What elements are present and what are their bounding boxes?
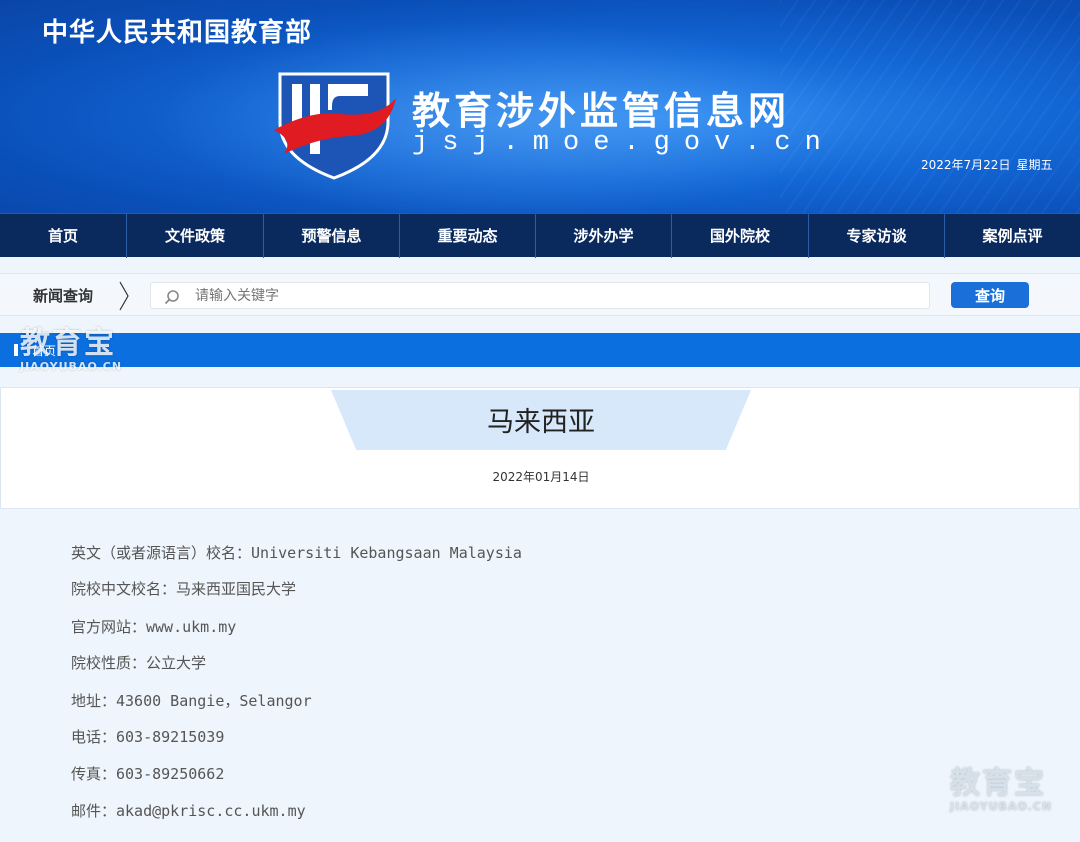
nav-item-news[interactable]: 重要动态 xyxy=(400,214,536,258)
article-body: 英文（或者源语言）校名：Universiti Kebangsaan Malays… xyxy=(0,509,1080,842)
watermark-logo-bottom: 教育宝 JIAOYUBAO.CN xyxy=(950,766,1053,814)
search-icon xyxy=(164,290,179,305)
nav-item-case-reviews[interactable]: 案例点评 xyxy=(945,214,1080,258)
nav-item-expert-interviews[interactable]: 专家访谈 xyxy=(809,214,945,258)
date-text: 2022年7月22日 xyxy=(921,158,1011,172)
article-header: 马来西亚 2022年01月14日 xyxy=(0,387,1080,509)
current-date: 2022年7月22日 星期五 xyxy=(915,156,1052,173)
site-header: 中华人民共和国教育部 教育涉外监管信息网 jsj.moe.gov.cn 2022… xyxy=(0,0,1080,213)
chevron-right-icon xyxy=(119,281,129,311)
site-domain: jsj.moe.gov.cn xyxy=(412,128,835,158)
nav-item-foreign-institutions[interactable]: 国外院校 xyxy=(672,214,809,258)
breadcrumb-marker xyxy=(14,344,18,356)
ministry-name[interactable]: 中华人民共和国教育部 xyxy=(42,12,312,49)
news-search-bar: 新闻查询 查询 xyxy=(0,273,1080,316)
info-chinese-name: 院校中文校名：马来西亚国民大学 xyxy=(71,580,297,598)
info-phone: 电话：603-89215039 xyxy=(71,728,225,746)
watermark-logo: 教育宝 JIAOYUBAO.CN xyxy=(20,326,123,374)
info-email: 邮件：akad@pkrisc.cc.ukm.my xyxy=(71,802,306,820)
watermark-text-bottom: 教育宝 xyxy=(950,766,1046,801)
search-box xyxy=(150,282,930,309)
search-label: 新闻查询 xyxy=(33,287,94,305)
nav-item-warnings[interactable]: 预警信息 xyxy=(264,214,400,258)
publish-date: 2022年01月14日 xyxy=(492,470,590,484)
header-pattern xyxy=(780,0,1080,213)
article-title: 马来西亚 xyxy=(487,407,595,438)
watermark-domain: JIAOYUBAO.CN xyxy=(20,360,123,373)
main-nav: 首页 文件政策 预警信息 重要动态 涉外办学 国外院校 专家访谈 案例点评 xyxy=(0,213,1080,258)
watermark-text: 教育宝 xyxy=(20,326,116,361)
info-type: 院校性质：公立大学 xyxy=(71,654,207,672)
info-english-name: 英文（或者源语言）校名：Universiti Kebangsaan Malays… xyxy=(71,544,522,562)
search-input[interactable] xyxy=(195,285,915,307)
watermark-domain-bottom: JIAOYUBAO.CN xyxy=(950,800,1053,813)
search-button[interactable]: 查询 xyxy=(951,282,1029,308)
info-fax: 传真：603-89250662 xyxy=(71,765,225,783)
weekday-text: 星期五 xyxy=(1016,158,1053,172)
site-title[interactable]: 教育涉外监管信息网 xyxy=(412,80,790,135)
info-website: 官方网站：www.ukm.my xyxy=(71,618,237,636)
site-logo-icon[interactable] xyxy=(270,70,400,180)
breadcrumb: 首页 xyxy=(0,333,1080,367)
nav-item-policy[interactable]: 文件政策 xyxy=(127,214,264,258)
info-address: 地址：43600 Bangie，Selangor xyxy=(71,692,312,710)
nav-item-foreign-schooling[interactable]: 涉外办学 xyxy=(536,214,672,258)
nav-item-home[interactable]: 首页 xyxy=(0,214,127,258)
